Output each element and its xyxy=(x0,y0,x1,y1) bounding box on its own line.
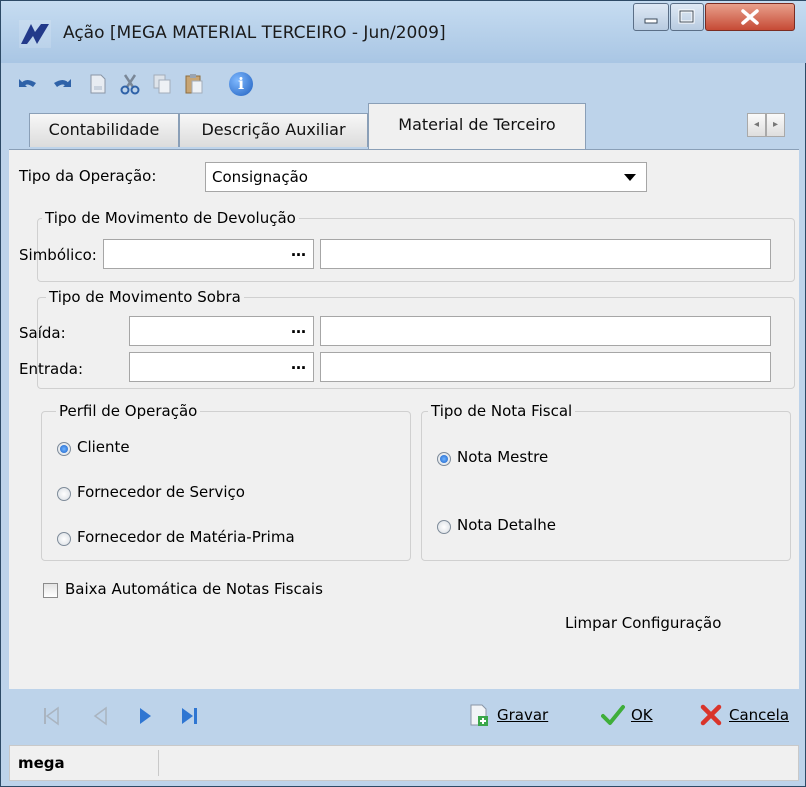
cancel-x-icon xyxy=(700,704,722,726)
check-icon xyxy=(601,705,625,725)
maximize-button[interactable] xyxy=(670,3,704,31)
app-logo-icon xyxy=(19,20,51,48)
window-title: Ação [MEGA MATERIAL TERCEIRO - Jun/2009] xyxy=(63,23,446,43)
entrada-label: Entrada: xyxy=(19,360,83,378)
perfil-fornecedor-materia-prima-label[interactable]: Fornecedor de Matéria-Prima xyxy=(77,528,295,546)
toolbar: i xyxy=(7,63,801,103)
undo-icon[interactable] xyxy=(17,73,39,95)
saida-label: Saída: xyxy=(19,324,66,342)
entrada-lookup-button[interactable]: … xyxy=(291,355,307,373)
tab-contabilidade[interactable]: Contabilidade xyxy=(29,113,179,147)
nota-fiscal-group-title: Tipo de Nota Fiscal xyxy=(428,402,576,420)
close-button[interactable] xyxy=(705,3,795,31)
new-document-icon[interactable] xyxy=(87,73,109,95)
nota-detalhe-radio[interactable] xyxy=(437,520,451,534)
nota-fiscal-group: Tipo de Nota Fiscal xyxy=(421,402,791,561)
ok-button[interactable]: OK xyxy=(601,703,671,729)
gravar-button[interactable]: Gravar xyxy=(467,703,563,729)
perfil-fornecedor-servico-label[interactable]: Fornecedor de Serviço xyxy=(77,483,245,501)
info-icon[interactable]: i xyxy=(229,72,253,96)
maximize-icon xyxy=(678,9,695,24)
devolucao-group-title: Tipo de Movimento de Devolução xyxy=(42,209,299,227)
minimize-button[interactable] xyxy=(633,3,669,31)
baixa-automatica-label[interactable]: Baixa Automática de Notas Fiscais xyxy=(65,580,323,598)
chevron-down-icon xyxy=(624,174,636,181)
dialog-client-area: Contabilidade Descrição Auxiliar Materia… xyxy=(9,103,799,690)
previous-record-icon[interactable] xyxy=(91,706,111,726)
simbolico-code-field[interactable]: … xyxy=(103,239,314,269)
sobra-group-title: Tipo de Movimento Sobra xyxy=(46,288,244,306)
perfil-cliente-radio[interactable] xyxy=(57,442,71,456)
cancela-button[interactable]: Cancela xyxy=(699,703,797,729)
save-document-icon xyxy=(470,704,488,726)
ok-label: OK xyxy=(631,706,653,724)
perfil-fornecedor-servico-radio[interactable] xyxy=(57,487,71,501)
close-icon xyxy=(741,9,759,25)
entrada-description-field[interactable] xyxy=(320,352,771,382)
tipo-operacao-value: Consignação xyxy=(212,168,308,186)
next-record-icon[interactable] xyxy=(135,706,155,726)
status-user: mega xyxy=(18,754,65,772)
copy-icon[interactable] xyxy=(151,73,173,95)
last-record-icon[interactable] xyxy=(179,706,199,726)
simbolico-description-field[interactable] xyxy=(320,239,771,269)
status-bar: mega xyxy=(9,745,799,781)
nota-detalhe-label[interactable]: Nota Detalhe xyxy=(457,516,556,534)
gravar-label: Gravar xyxy=(497,706,549,724)
tab-scroll-right-button[interactable]: ▸ xyxy=(766,113,785,137)
saida-lookup-button[interactable]: … xyxy=(291,319,307,337)
perfil-cliente-label[interactable]: Cliente xyxy=(77,438,130,456)
entrada-code-field[interactable]: … xyxy=(129,352,314,382)
redo-icon[interactable] xyxy=(51,73,73,95)
tipo-operacao-label: Tipo da Operação: xyxy=(19,167,157,185)
minimize-icon xyxy=(644,18,658,24)
nota-mestre-label[interactable]: Nota Mestre xyxy=(457,448,548,466)
cancela-label: Cancela xyxy=(729,706,790,724)
limpar-configuracao-button[interactable]: Limpar Configuração xyxy=(565,614,721,632)
tab-material-de-terceiro[interactable]: Material de Terceiro xyxy=(368,103,586,149)
status-divider xyxy=(158,750,159,776)
simbolico-label: Simbólico: xyxy=(19,246,97,264)
paste-icon[interactable] xyxy=(183,73,205,95)
tab-strip: Contabilidade Descrição Auxiliar Materia… xyxy=(9,103,799,149)
nota-mestre-radio[interactable] xyxy=(437,452,451,466)
dialog-window: Ação [MEGA MATERIAL TERCEIRO - Jun/2009]… xyxy=(0,0,806,787)
tab-descricao-auxiliar[interactable]: Descrição Auxiliar xyxy=(179,113,368,147)
cut-icon[interactable] xyxy=(119,73,141,95)
tab-scroll-left-button[interactable]: ◂ xyxy=(747,113,766,137)
perfil-fornecedor-materia-prima-radio[interactable] xyxy=(57,532,71,546)
saida-code-field[interactable]: … xyxy=(129,316,314,346)
footer-bar: Gravar OK Cancela xyxy=(9,689,799,743)
first-record-icon[interactable] xyxy=(41,706,61,726)
title-bar[interactable]: Ação [MEGA MATERIAL TERCEIRO - Jun/2009] xyxy=(1,1,806,63)
tab-panel-material-de-terceiro: Tipo da Operação: Consignação Tipo de Mo… xyxy=(9,149,799,690)
tipo-operacao-select[interactable]: Consignação xyxy=(205,162,647,192)
simbolico-lookup-button[interactable]: … xyxy=(291,242,307,260)
saida-description-field[interactable] xyxy=(320,316,771,346)
baixa-automatica-checkbox[interactable] xyxy=(43,583,58,598)
perfil-operacao-group-title: Perfil de Operação xyxy=(56,402,201,420)
